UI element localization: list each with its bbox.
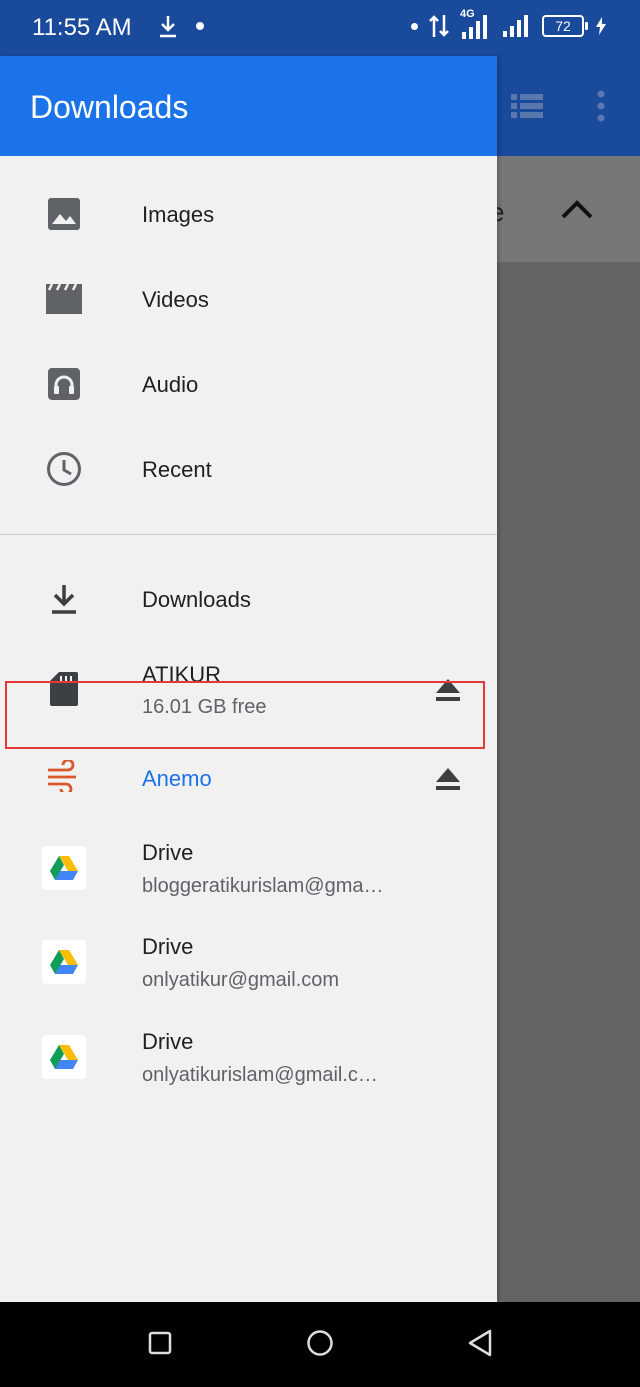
status-time: 11:55 AM [32, 14, 132, 41]
drawer-item-drive[interactable]: Drive onlyatikurislam@gmail.c… [0, 1023, 497, 1109]
drawer-item-anemo[interactable]: Anemo [0, 742, 497, 810]
status-bar: 11:55 AM 4G 72 [0, 0, 640, 56]
image-icon [44, 194, 84, 234]
drawer-item-label: Images [142, 202, 215, 227]
google-drive-icon [42, 1035, 86, 1079]
headphones-icon [44, 364, 84, 404]
drawer-item-audio[interactable]: Audio [0, 344, 497, 424]
drawer-header: Downloads [0, 56, 497, 156]
list-view-icon[interactable] [511, 92, 543, 120]
signal-strength-icon [503, 15, 528, 37]
more-options-icon[interactable] [594, 90, 608, 122]
clock-icon [44, 449, 84, 489]
download-icon [44, 579, 84, 619]
drawer-item-recent[interactable]: Recent [0, 429, 497, 509]
chevron-up-icon[interactable] [560, 198, 594, 220]
data-transfer-icon [429, 15, 449, 37]
drawer-item-label: Drive [142, 934, 194, 959]
account-email-label: onlyatikur@gmail.com [142, 969, 340, 991]
drawer-item-drive[interactable]: Drive bloggeratikurislam@gma… [0, 834, 497, 920]
drawer-item-label: Drive [142, 840, 194, 865]
home-button[interactable] [306, 1329, 334, 1357]
battery-icon: 72 [542, 15, 588, 37]
google-drive-icon [42, 846, 86, 890]
movie-icon [44, 279, 84, 319]
account-email-label: bloggeratikurislam@gma… [142, 875, 384, 897]
drawer-item-videos[interactable]: Videos [0, 259, 497, 339]
drawer-item-label: Videos [142, 287, 209, 312]
account-email-label: onlyatikurislam@gmail.c… [142, 1064, 378, 1086]
drawer-title: Downloads [30, 89, 189, 125]
google-drive-icon [42, 940, 86, 984]
wind-icon [44, 756, 84, 796]
drawer-item-label: Drive [142, 1029, 194, 1054]
back-button[interactable] [467, 1329, 493, 1357]
recents-button[interactable] [148, 1331, 172, 1355]
charging-icon [596, 17, 606, 35]
drawer-item-label: Downloads [142, 587, 251, 612]
drawer-item-images[interactable]: Images [0, 174, 497, 254]
drawer-item-drive[interactable]: Drive onlyatikur@gmail.com [0, 928, 497, 1014]
drawer-item-label: Recent [142, 457, 212, 482]
signal-4g-icon: 4G [460, 8, 492, 40]
drawer-item-downloads[interactable]: Downloads [0, 559, 497, 639]
system-navigation-bar [0, 1302, 640, 1387]
drawer-divider [0, 534, 497, 535]
notification-dot-icon [196, 22, 204, 30]
notification-dot-icon [411, 22, 418, 30]
download-notification-icon [160, 16, 176, 38]
drawer-item-label: Anemo [142, 766, 212, 791]
navigation-drawer: Downloads Images Videos Audio Recent Dow… [0, 56, 497, 1302]
drawer-item-label: Audio [142, 372, 199, 397]
highlight-box [5, 681, 485, 749]
eject-icon[interactable] [434, 766, 462, 792]
